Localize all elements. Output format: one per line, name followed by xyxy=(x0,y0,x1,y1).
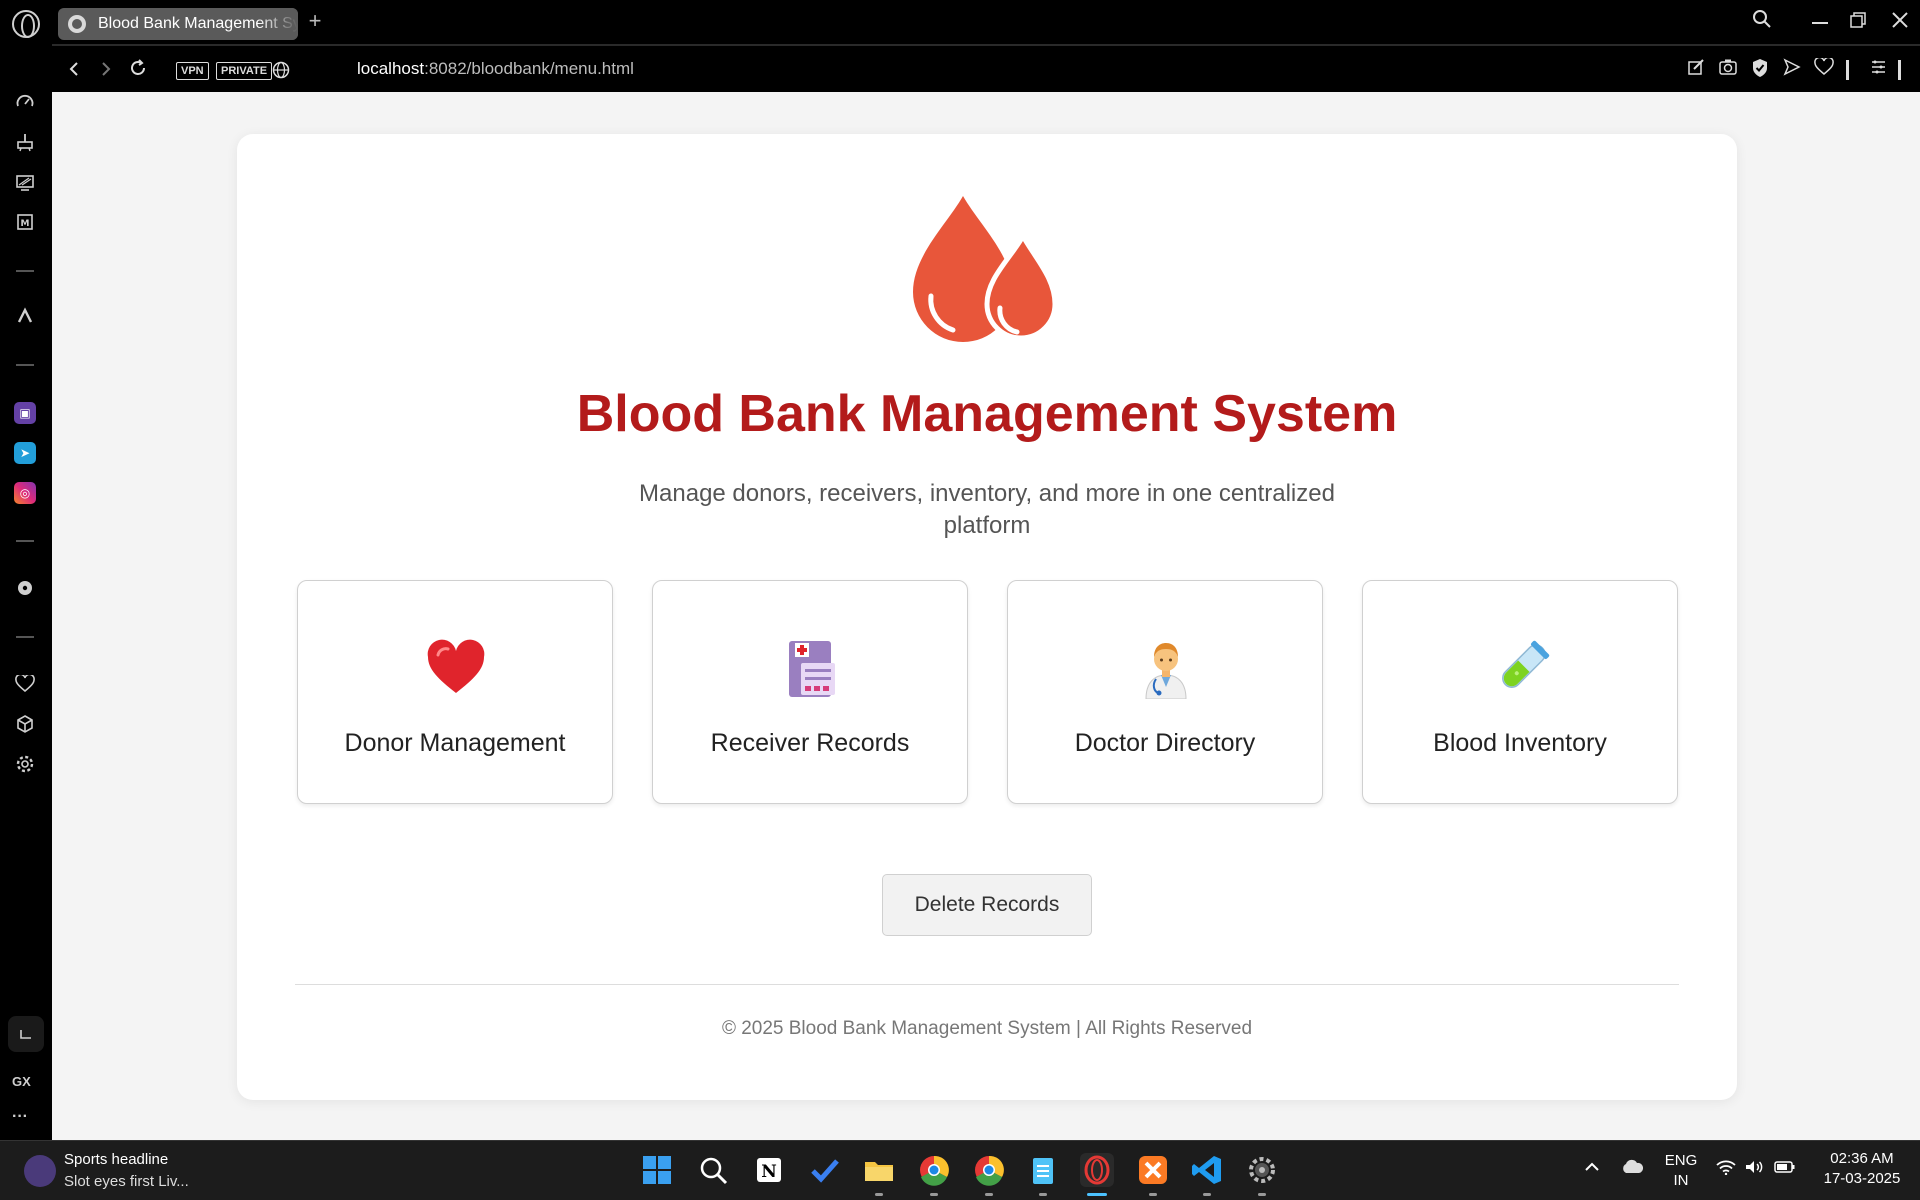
feature-label: Doctor Directory xyxy=(1074,729,1256,757)
clock[interactable]: 02:36 AM 17-03-2025 xyxy=(1812,1149,1912,1189)
easy-setup-icon[interactable] xyxy=(1866,58,1890,82)
aria-ai-icon[interactable] xyxy=(12,306,38,332)
taskbar-search-icon[interactable] xyxy=(696,1153,730,1187)
search-tabs-icon[interactable] xyxy=(1746,6,1778,38)
settings-gear-icon[interactable] xyxy=(12,754,38,780)
minimize-button[interactable] xyxy=(1804,6,1836,38)
gx-corner-icon[interactable] xyxy=(12,172,38,198)
doctor-directory-card[interactable]: Doctor Directory xyxy=(1007,580,1323,804)
site-info-globe-icon[interactable] xyxy=(270,58,292,80)
news-headline[interactable]: Sports headline xyxy=(64,1151,168,1168)
music-player-icon[interactable] xyxy=(12,578,38,604)
sidebar-more-button[interactable]: ··· xyxy=(12,1108,28,1126)
battery-icon[interactable] xyxy=(1774,1159,1796,1181)
windows-taskbar: Sports headline Slot eyes first Liv... N xyxy=(0,1140,1920,1200)
new-tab-button[interactable]: + xyxy=(304,8,326,34)
feature-label: Receiver Records xyxy=(710,729,910,757)
language-code: ENG xyxy=(1664,1152,1698,1169)
doctor-icon xyxy=(1145,643,1187,699)
svg-text:M: M xyxy=(21,219,30,229)
gx-control-icon[interactable] xyxy=(8,1016,44,1052)
tab-bar: Blood Bank Management System + xyxy=(0,0,1920,44)
close-button[interactable] xyxy=(1884,6,1916,38)
feature-label: Blood Inventory xyxy=(1433,729,1607,757)
twitch-icon[interactable]: ▣ xyxy=(14,402,36,424)
sidebar: M ▣ ➤ ◎ GX ··· xyxy=(0,44,52,1140)
vscode-icon[interactable] xyxy=(1190,1153,1224,1187)
xampp-icon[interactable] xyxy=(1136,1153,1170,1187)
hardware-limiter-icon[interactable]: M xyxy=(12,212,38,238)
donor-management-card[interactable]: Donor Management xyxy=(297,580,613,804)
gx-label[interactable]: GX xyxy=(12,1074,31,1089)
url-path: :8082/bloodbank/menu.html xyxy=(424,59,634,78)
region-code: IN xyxy=(1673,1172,1689,1189)
bookmark-heart-icon[interactable] xyxy=(1812,56,1836,82)
send-icon[interactable] xyxy=(1780,58,1804,82)
start-windows-icon[interactable] xyxy=(640,1153,674,1187)
page-title: Blood Bank Management System xyxy=(576,385,1398,443)
blood-drops-logo-icon xyxy=(913,196,1058,342)
tray-overflow-chevron-icon[interactable] xyxy=(1584,1159,1600,1181)
globe-icon xyxy=(68,15,86,33)
url-host: localhost xyxy=(357,59,425,78)
heart-icon xyxy=(427,639,485,693)
telegram-icon[interactable]: ➤ xyxy=(14,442,36,464)
opera-gx-taskbar-icon[interactable] xyxy=(1080,1153,1114,1187)
page-viewport: Blood Bank Management System Manage dono… xyxy=(52,92,1920,1140)
address-bar: VPN PRIVATE localhost:8082/bloodbank/men… xyxy=(52,44,1920,92)
clock-date: 17-03-2025 xyxy=(1823,1170,1901,1187)
extensions-cube-icon[interactable] xyxy=(12,714,38,740)
footer-divider xyxy=(295,984,1679,985)
onedrive-cloud-icon[interactable] xyxy=(1620,1159,1644,1181)
news-widget-icon[interactable] xyxy=(24,1155,56,1187)
receiver-records-card[interactable]: Receiver Records xyxy=(652,580,968,804)
forward-icon[interactable] xyxy=(92,56,120,84)
clock-time: 02:36 AM xyxy=(1830,1150,1894,1167)
opera-menu-icon[interactable] xyxy=(12,10,40,38)
cleaner-broom-icon[interactable] xyxy=(12,132,38,158)
reload-icon[interactable] xyxy=(124,56,152,84)
url-field[interactable]: localhost:8082/bloodbank/menu.html xyxy=(357,59,634,79)
active-tab[interactable]: Blood Bank Management System xyxy=(58,8,298,40)
adblock-shield-icon[interactable] xyxy=(1748,58,1772,82)
todo-app-icon[interactable] xyxy=(808,1153,842,1187)
file-explorer-icon[interactable] xyxy=(862,1153,896,1187)
blood-inventory-card[interactable]: Blood Inventory xyxy=(1362,580,1678,804)
chrome-profile-icon[interactable] xyxy=(917,1153,951,1187)
volume-icon[interactable] xyxy=(1744,1159,1764,1181)
page-subtitle: Manage donors, receivers, inventory, and… xyxy=(639,480,1335,539)
wifi-icon[interactable] xyxy=(1716,1159,1736,1181)
notion-app-icon[interactable]: N xyxy=(752,1153,786,1187)
back-icon[interactable] xyxy=(60,56,88,84)
instagram-icon[interactable]: ◎ xyxy=(14,482,36,504)
camera-icon[interactable] xyxy=(1716,58,1740,82)
main-card: Blood Bank Management System Manage dono… xyxy=(237,134,1737,1100)
footer-text: © 2025 Blood Bank Management System | Al… xyxy=(721,1018,1253,1039)
language-indicator[interactable]: ENG IN xyxy=(1664,1151,1698,1191)
private-badge: PRIVATE xyxy=(216,62,273,80)
test-tube-icon xyxy=(1502,640,1550,688)
chrome-icon[interactable] xyxy=(972,1153,1006,1187)
feature-label: Donor Management xyxy=(344,729,566,757)
news-subtext[interactable]: Slot eyes first Liv... xyxy=(64,1173,189,1190)
edit-page-icon[interactable] xyxy=(1684,58,1708,82)
speed-dial-icon[interactable] xyxy=(12,92,38,118)
svg-text:N: N xyxy=(761,1162,777,1182)
settings-app-icon[interactable] xyxy=(1245,1153,1279,1187)
delete-records-button[interactable]: Delete Records xyxy=(882,874,1092,936)
bookmarks-heart-icon[interactable] xyxy=(12,673,38,700)
restore-button[interactable] xyxy=(1842,6,1874,38)
medical-record-icon xyxy=(789,641,835,697)
vpn-badge[interactable]: VPN xyxy=(176,62,209,80)
notepad-icon[interactable] xyxy=(1026,1153,1060,1187)
